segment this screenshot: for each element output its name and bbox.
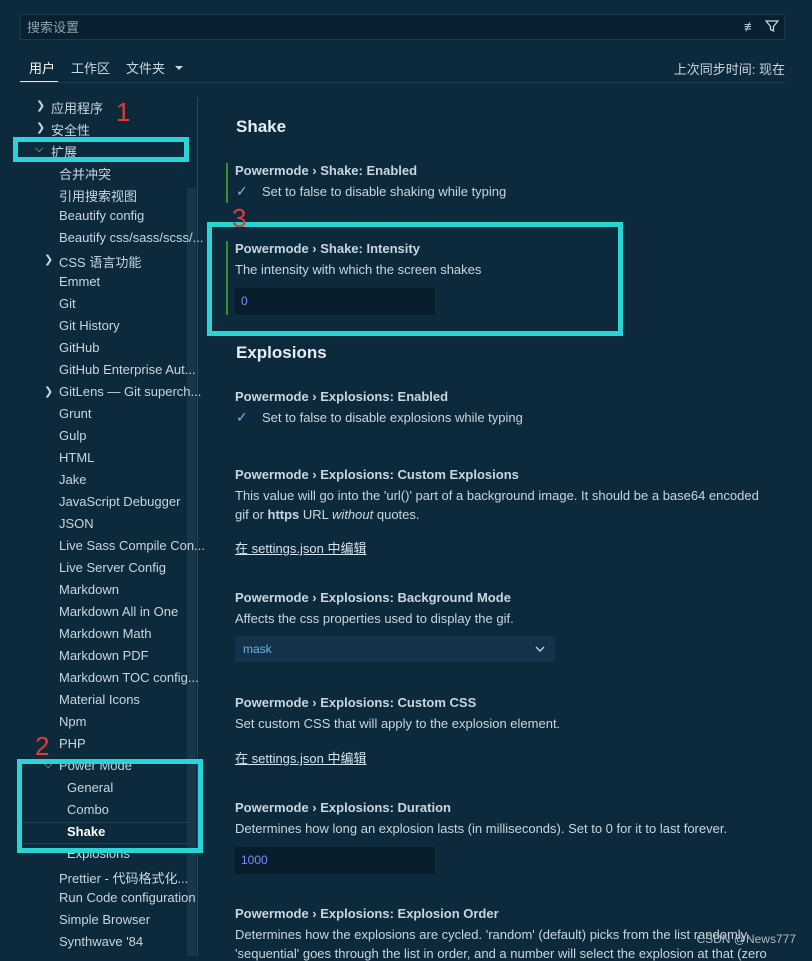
background-mode-select[interactable]: mask — [235, 636, 555, 662]
checkbox[interactable]: ✓ — [236, 410, 251, 425]
setting-description: Set custom CSS that will apply to the ex… — [235, 716, 561, 731]
sidebar-item-markdown-pdf[interactable]: Markdown PDF — [59, 648, 149, 663]
setting-description: Set to false to disable shaking while ty… — [262, 184, 507, 199]
sync-status: 上次同步时间: 现在 — [673, 62, 785, 77]
chevron-right-icon[interactable]: ❯ — [36, 121, 45, 134]
setting-description: Determines how long an explosion lasts (… — [235, 821, 728, 836]
edit-in-settings-json-link[interactable]: 在 settings.json 中编辑 — [235, 748, 367, 767]
sidebar-item-gitlens[interactable]: GitLens — Git superch... — [59, 384, 201, 399]
sidebar-item-jake[interactable]: Jake — [59, 472, 86, 487]
setting-description: Affects the css properties used to displ… — [235, 611, 514, 626]
sidebar-item-markdown-math[interactable]: Markdown Math — [59, 626, 151, 641]
sidebar-item-beautify-css[interactable]: Beautify css/sass/scss/... — [59, 230, 204, 245]
settings-search[interactable]: ≢ — [20, 14, 785, 40]
edit-in-settings-json-link[interactable]: 在 settings.json 中编辑 — [235, 538, 367, 557]
duration-input[interactable]: 1000 — [235, 847, 435, 874]
sidebar-item-markdown-toc[interactable]: Markdown TOC config... — [59, 670, 199, 685]
annotation-number-1: 1 — [116, 97, 131, 127]
setting-title: Powermode › Explosions: Duration — [235, 800, 451, 815]
sidebar-item-grunt[interactable]: Grunt — [59, 406, 92, 421]
setting-description: Set to false to disable explosions while… — [262, 410, 523, 425]
chevron-down-icon — [535, 636, 545, 662]
chevron-right-icon[interactable]: ❯ — [44, 253, 53, 266]
sidebar-item-github-enterprise[interactable]: GitHub Enterprise Aut... — [59, 362, 196, 377]
sidebar-item-simple-browser[interactable]: Simple Browser — [59, 912, 150, 927]
checkbox[interactable]: ✓ — [236, 184, 251, 199]
clear-filter-icon[interactable]: ≢ — [744, 19, 757, 34]
filter-icon[interactable] — [764, 19, 780, 36]
sidebar-item-markdown[interactable]: Markdown — [59, 582, 119, 597]
sidebar-item-live-server[interactable]: Live Server Config — [59, 560, 166, 575]
section-heading-explosions: Explosions — [236, 343, 327, 362]
sidebar-item-github[interactable]: GitHub — [59, 340, 99, 355]
setting-title: Powermode › Explosions: Background Mode — [235, 590, 511, 605]
sidebar-item-material-icons[interactable]: Material Icons — [59, 692, 140, 707]
sidebar-item-emmet[interactable]: Emmet — [59, 274, 100, 289]
setting-description-line2: 'sequential' goes through the list in or… — [235, 946, 767, 961]
sidebar-item-php[interactable]: PHP — [59, 736, 86, 751]
sidebar-item-markdown-all-in-one[interactable]: Markdown All in One — [59, 604, 178, 619]
sidebar-item-application[interactable]: 应用程序 — [51, 98, 103, 117]
sidebar-item-css[interactable]: CSS 语言功能 — [59, 252, 141, 271]
setting-description: Determines how the explosions are cycled… — [235, 927, 750, 942]
sidebar-item-npm[interactable]: Npm — [59, 714, 86, 729]
setting-title: Powermode › Explosions: Explosion Order — [235, 906, 499, 921]
chevron-right-icon[interactable]: ❯ — [44, 385, 53, 398]
sidebar-item-run-code[interactable]: Run Code configuration — [59, 890, 196, 905]
watermark: CSDN @News777 — [696, 932, 796, 946]
sidebar-item-beautify-config[interactable]: Beautify config — [59, 208, 144, 223]
setting-title: Powermode › Explosions: Enabled — [235, 389, 449, 404]
header-divider — [20, 82, 785, 83]
annotation-number-3: 3 — [232, 203, 247, 233]
section-heading-shake: Shake — [236, 117, 287, 136]
sidebar-item-live-sass[interactable]: Live Sass Compile Con... — [59, 538, 205, 553]
modified-indicator — [226, 163, 228, 203]
setting-description: This value will go into the 'url()' part… — [235, 488, 759, 503]
tab-user[interactable]: 用户 — [29, 58, 55, 77]
select-value: mask — [243, 642, 272, 656]
setting-title: Powermode › Shake: Enabled — [235, 163, 418, 178]
highlight-box-1 — [13, 137, 189, 162]
sidebar-item-prettier[interactable]: Prettier - 代码格式化... — [59, 868, 188, 887]
chevron-right-icon[interactable]: ❯ — [36, 99, 45, 112]
sidebar-item-synthwave[interactable]: Synthwave '84 — [59, 934, 143, 949]
sidebar-item-git[interactable]: Git — [59, 296, 76, 311]
highlight-box-3 — [207, 222, 623, 336]
sidebar-item-html[interactable]: HTML — [59, 450, 94, 465]
sidebar-item-js-debugger[interactable]: JavaScript Debugger — [59, 494, 180, 509]
search-input[interactable] — [21, 15, 733, 39]
sidebar-item-reference-search[interactable]: 引用搜索视图 — [59, 186, 137, 205]
sidebar-item-merge-conflict[interactable]: 合并冲突 — [59, 164, 111, 183]
annotation-number-2: 2 — [35, 731, 50, 761]
setting-title: Powermode › Explosions: Custom CSS — [235, 695, 477, 710]
tab-folder[interactable]: 文件夹 — [126, 58, 165, 77]
sidebar-item-json[interactable]: JSON — [59, 516, 94, 531]
chevron-down-icon[interactable] — [174, 60, 184, 75]
setting-description-line2: gif or https URL without quotes. — [235, 507, 420, 522]
sidebar-item-gulp[interactable]: Gulp — [59, 428, 86, 443]
sidebar-item-git-history[interactable]: Git History — [59, 318, 120, 333]
tab-workspace[interactable]: 工作区 — [71, 58, 110, 77]
setting-title: Powermode › Explosions: Custom Explosion… — [235, 467, 519, 482]
highlight-box-2 — [17, 759, 203, 853]
